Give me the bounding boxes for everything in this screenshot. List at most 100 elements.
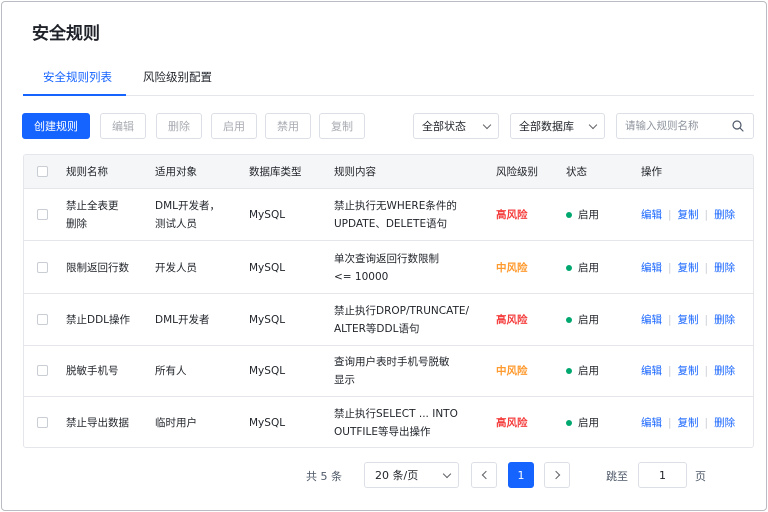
cell-status: 启用 [566, 189, 599, 240]
copy-button[interactable]: 复制 [319, 113, 365, 139]
delete-button[interactable]: 删除 [156, 113, 202, 139]
action-separator: | [668, 364, 672, 377]
row-delete-link[interactable]: 删除 [714, 259, 735, 277]
risk-badge: 高风险 [496, 208, 528, 221]
cell-status: 启用 [566, 294, 599, 345]
row-checkbox[interactable] [37, 417, 48, 428]
next-page-button[interactable] [544, 462, 570, 488]
create-rule-button[interactable]: 创建规则 [22, 113, 90, 139]
action-separator: | [704, 364, 709, 377]
cell-line: 禁止全表更 [66, 199, 119, 212]
status-filter-select[interactable]: 全部状态 [413, 113, 499, 139]
cell-line: 禁止执行无WHERE条件的 [334, 199, 457, 212]
cell-rule-name: 限制返回行数 [66, 242, 146, 293]
chevron-right-icon [551, 470, 560, 480]
row-edit-link[interactable]: 编辑 [641, 362, 662, 380]
tab-risk-config[interactable]: 风险级别配置 [143, 69, 212, 85]
page-number-1[interactable]: 1 [508, 462, 534, 488]
cell-rule-name: 禁止DDL操作 [66, 294, 146, 345]
cell-line: 删除 [66, 217, 87, 230]
header-db-type: 数据库类型 [249, 165, 302, 178]
cell-line: 开发人员 [155, 261, 197, 274]
page-title: 安全规则 [32, 24, 100, 44]
table-row: 限制返回行数 开发人员 MySQL 单次查询返回行数限制 <= 10000 中风险 启用 编辑… [24, 242, 753, 294]
row-delete-link[interactable]: 删除 [714, 311, 735, 329]
row-copy-link[interactable]: 复制 [678, 414, 699, 432]
row-edit-link[interactable]: 编辑 [641, 311, 662, 329]
page-unit-label: 页 [695, 470, 706, 483]
table-row: 禁止DDL操作 DML开发者 MySQL 禁止执行DROP/TRUNCATE/ALTE… [24, 294, 753, 346]
enable-button[interactable]: 启用 [211, 113, 257, 139]
action-separator: | [704, 417, 709, 429]
database-filter-value: 全部数据库 [519, 120, 574, 133]
row-edit-link[interactable]: 编辑 [641, 414, 662, 432]
row-copy-link[interactable]: 复制 [678, 259, 699, 277]
row-edit-link[interactable]: 编辑 [641, 259, 662, 277]
cell-line: 所有人 [155, 364, 187, 377]
action-separator: | [704, 313, 709, 326]
row-delete-link[interactable]: 删除 [714, 414, 735, 432]
status-filter-value: 全部状态 [422, 120, 466, 133]
page-size-select[interactable]: 20 条/页 [364, 462, 459, 488]
status-dot-icon [566, 211, 572, 218]
search-box [616, 113, 754, 139]
status-text: 启用 [578, 261, 599, 274]
cell-db-type: MySQL [249, 208, 286, 221]
row-copy-link[interactable]: 复制 [678, 206, 699, 224]
row-copy-link[interactable]: 复制 [678, 311, 699, 329]
header-content: 规则内容 [334, 165, 376, 178]
header-risk: 风险级别 [496, 165, 538, 178]
cell-line: 单次查询返回行数限制 [334, 252, 439, 265]
status-text: 启用 [578, 208, 599, 221]
cell-target: 临时用户 [155, 397, 245, 447]
status-dot-icon [566, 264, 572, 271]
database-filter-select[interactable]: 全部数据库 [510, 113, 605, 139]
prev-page-button[interactable] [471, 462, 497, 488]
header-actions: 操作 [641, 165, 662, 178]
cell-content: 禁止执行SELECT ... INTO OUTFILE等导出操作 [334, 397, 492, 447]
cell-line: 临时用户 [155, 417, 197, 429]
cell-db-type: MySQL [249, 261, 286, 274]
row-checkbox[interactable] [37, 262, 48, 273]
cell-target: DML开发者， 测试人员 [155, 189, 245, 240]
cell-line: DML开发者， [155, 199, 220, 212]
edit-button[interactable]: 编辑 [100, 113, 146, 139]
risk-badge: 中风险 [496, 261, 528, 274]
row-checkbox[interactable] [37, 314, 48, 325]
table-row: 禁止全表更 删除 DML开发者， 测试人员 MySQL 禁止执行无WHERE条件的 UPDA… [24, 189, 753, 241]
row-checkbox[interactable] [37, 209, 48, 220]
row-delete-link[interactable]: 删除 [714, 362, 735, 380]
header-target: 适用对象 [155, 165, 197, 178]
cell-line: OUTFILE等导出操作 [334, 426, 431, 438]
row-edit-link[interactable]: 编辑 [641, 206, 662, 224]
row-delete-link[interactable]: 删除 [714, 206, 735, 224]
action-separator: | [668, 313, 672, 326]
active-tab-indicator [23, 94, 126, 96]
jump-page-input[interactable] [638, 462, 687, 488]
disable-button[interactable]: 禁用 [265, 113, 311, 139]
action-separator: | [704, 208, 709, 221]
search-icon[interactable] [732, 120, 744, 132]
row-actions: 编辑 | 复制 | 删除 [641, 294, 735, 345]
table-row: 禁止导出数据 临时用户 MySQL 禁止执行SELECT ... INTO OUTFIL… [24, 397, 753, 447]
tab-rule-list[interactable]: 安全规则列表 [43, 69, 112, 85]
status-text: 启用 [578, 417, 599, 429]
row-copy-link[interactable]: 复制 [678, 362, 699, 380]
header-status: 状态 [566, 165, 587, 178]
row-checkbox[interactable] [37, 365, 48, 376]
cell-rule-name: 脱敏手机号 [66, 345, 146, 396]
cell-db-type: MySQL [249, 417, 286, 429]
select-all-checkbox[interactable] [37, 166, 48, 177]
action-separator: | [704, 261, 709, 274]
cell-line: <= 10000 [334, 270, 389, 283]
status-dot-icon [566, 367, 572, 374]
risk-badge: 高风险 [496, 313, 528, 326]
cell-line: 脱敏手机号 [66, 364, 119, 377]
cell-rule-name: 禁止全表更 删除 [66, 189, 146, 240]
cell-status: 启用 [566, 397, 599, 447]
search-input[interactable] [625, 119, 730, 133]
action-separator: | [668, 417, 672, 429]
row-actions: 编辑 | 复制 | 删除 [641, 397, 735, 447]
chevron-down-icon [442, 469, 452, 479]
cell-content: 查询用户表时手机号脱敏 显示 [334, 345, 492, 396]
